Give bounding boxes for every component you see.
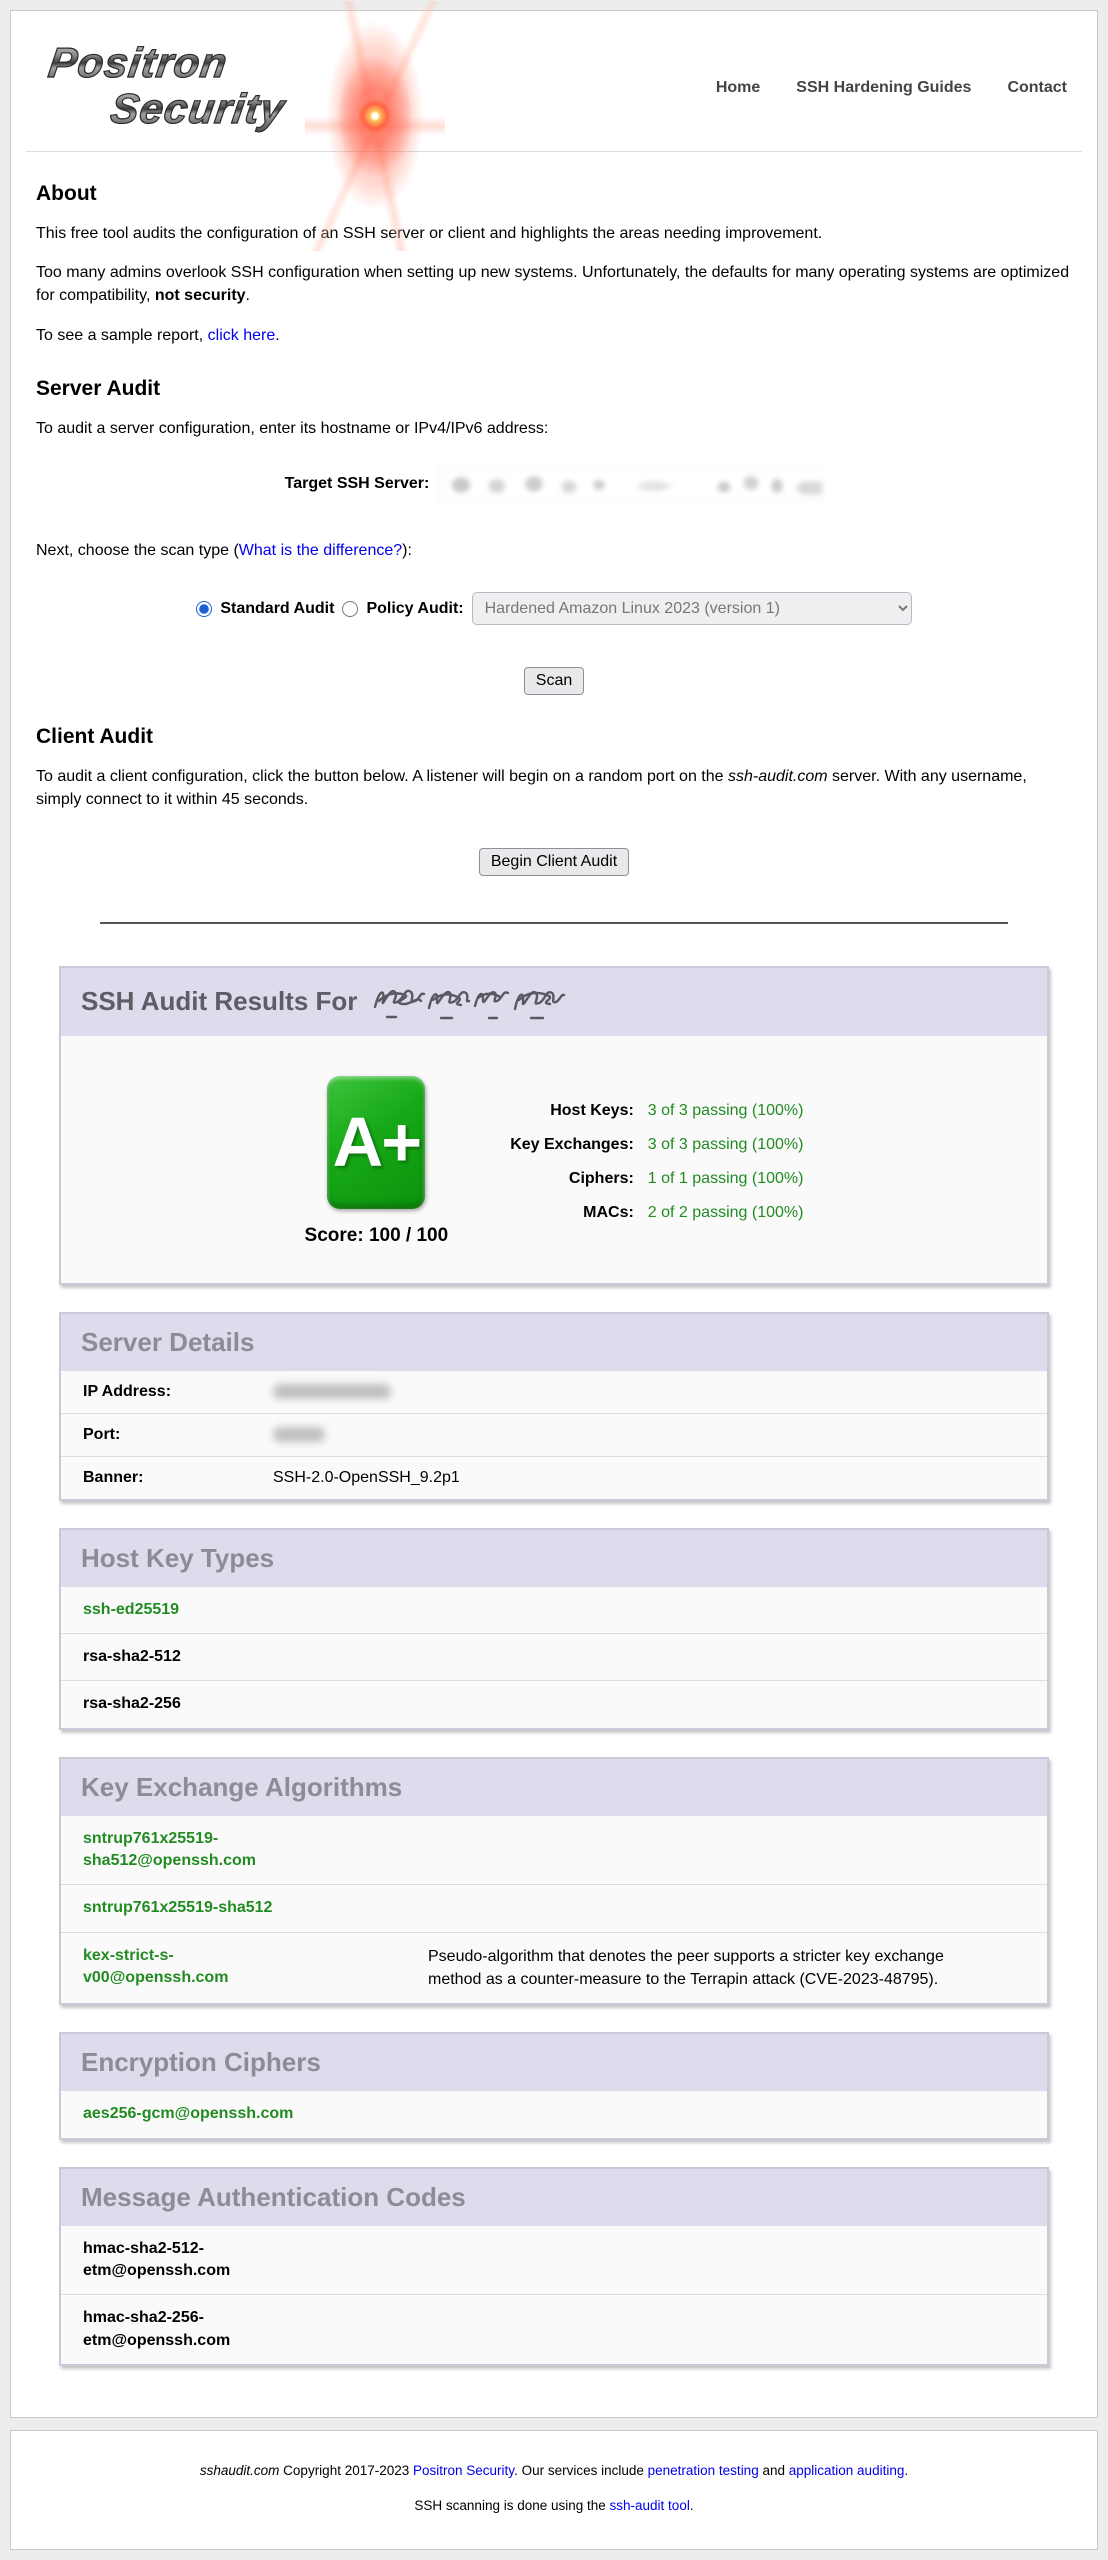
nav-link-home[interactable]: Home bbox=[716, 79, 760, 145]
kex-row: kex-strict-s-v00@openssh.com Pseudo-algo… bbox=[61, 1933, 1047, 2003]
results-body: A+ Score: 100 / 100 Host Keys: 3 of 3 pa… bbox=[61, 1036, 1047, 1283]
policy-audit-label: Policy Audit: bbox=[366, 600, 463, 618]
main-content-box: Positron Security Home SSH Hardening Gui… bbox=[10, 10, 1098, 2418]
policy-audit-radio[interactable] bbox=[342, 601, 358, 617]
site-header: Positron Security Home SSH Hardening Gui… bbox=[11, 11, 1097, 151]
results-divider bbox=[100, 922, 1008, 924]
target-server-input[interactable] bbox=[438, 468, 823, 501]
server-audit-intro: To audit a server configuration, enter i… bbox=[36, 417, 1072, 440]
key-exchange-header: Key Exchange Algorithms bbox=[61, 1759, 1047, 1816]
policy-select[interactable]: Hardened Amazon Linux 2023 (version 1) bbox=[472, 592, 912, 625]
host-key-row: ssh-ed25519 bbox=[61, 1587, 1047, 1634]
kex-row: sntrup761x25519-sha512 bbox=[61, 1885, 1047, 1932]
host-key-types-header: Host Key Types bbox=[61, 1530, 1047, 1587]
footer-link-penetration-testing[interactable]: penetration testing bbox=[648, 2463, 759, 2478]
banner-value: SSH-2.0-OpenSSH_9.2p1 bbox=[273, 1469, 460, 1487]
header-divider bbox=[26, 151, 1082, 152]
results-stats: Host Keys: 3 of 3 passing (100%) Key Exc… bbox=[510, 1094, 803, 1230]
footer-line-1: sshaudit.com Copyright 2017-2023 Positro… bbox=[31, 2463, 1077, 2478]
redacted-hostname-scribble bbox=[371, 983, 567, 1023]
standard-audit-radio[interactable] bbox=[196, 601, 212, 617]
footer-line-2: SSH scanning is done using the ssh-audit… bbox=[31, 2498, 1077, 2513]
scan-button[interactable]: Scan bbox=[524, 667, 584, 695]
score-text: Score: 100 / 100 bbox=[305, 1225, 449, 1247]
cipher-row: aes256-gcm@openssh.com bbox=[61, 2091, 1047, 2137]
footer-link-positron-security[interactable]: Positron Security bbox=[413, 2463, 514, 2478]
detail-row-port: Port: bbox=[61, 1414, 1047, 1457]
not-security-emphasis: not security bbox=[155, 287, 246, 304]
host-key-row: rsa-sha2-256 bbox=[61, 1681, 1047, 1727]
grade-badge: A+ bbox=[327, 1076, 425, 1209]
macs-header: Message Authentication Codes bbox=[61, 2169, 1047, 2226]
kex-row: sntrup761x25519-sha512@openssh.com bbox=[61, 1816, 1047, 1886]
host-key-types-panel: Host Key Types ssh-ed25519 rsa-sha2-512 … bbox=[59, 1528, 1049, 1730]
client-audit-heading: Client Audit bbox=[36, 725, 1072, 749]
sample-report-paragraph: To see a sample report, click here. bbox=[36, 324, 1072, 347]
redacted-ip-value bbox=[273, 1384, 391, 1399]
positron-security-logo[interactable]: Positron Security bbox=[33, 27, 463, 151]
grade-column: A+ Score: 100 / 100 bbox=[305, 1076, 449, 1247]
standard-audit-label: Standard Audit bbox=[220, 600, 334, 618]
detail-row-ip: IP Address: bbox=[61, 1371, 1047, 1414]
begin-client-audit-row: Begin Client Audit bbox=[36, 848, 1072, 876]
about-heading: About bbox=[36, 182, 1072, 206]
kex-note-terrapin: Pseudo-algorithm that denotes the peer s… bbox=[428, 1945, 973, 1991]
begin-client-audit-button[interactable]: Begin Client Audit bbox=[479, 848, 629, 876]
client-audit-paragraph: To audit a client configuration, click t… bbox=[36, 765, 1072, 811]
scan-button-row: Scan bbox=[36, 667, 1072, 695]
mac-row: hmac-sha2-512-etm@openssh.com bbox=[61, 2226, 1047, 2296]
nav-link-ssh-hardening-guides[interactable]: SSH Hardening Guides bbox=[796, 79, 971, 145]
results-title: SSH Audit Results For bbox=[81, 986, 357, 1017]
logo-word-security: Security bbox=[108, 85, 288, 133]
scan-type-row: Standard Audit Policy Audit: Hardened Am… bbox=[36, 592, 1072, 625]
redacted-port-value bbox=[273, 1427, 325, 1442]
server-details-header: Server Details bbox=[61, 1314, 1047, 1371]
stat-row-ciphers: Ciphers: 1 of 1 passing (100%) bbox=[510, 1162, 803, 1196]
grade-letter: A+ bbox=[333, 1102, 420, 1182]
macs-panel: Message Authentication Codes hmac-sha2-5… bbox=[59, 2167, 1049, 2367]
footer-link-application-auditing[interactable]: application auditing bbox=[789, 2463, 905, 2478]
site-footer: sshaudit.com Copyright 2017-2023 Positro… bbox=[10, 2430, 1098, 2550]
stat-row-key-exchanges: Key Exchanges: 3 of 3 passing (100%) bbox=[510, 1128, 803, 1162]
logo-word-positron: Positron bbox=[46, 39, 231, 87]
mac-row: hmac-sha2-256-etm@openssh.com bbox=[61, 2295, 1047, 2364]
encryption-ciphers-header: Encryption Ciphers bbox=[61, 2034, 1047, 2091]
stat-row-macs: MACs: 2 of 2 passing (100%) bbox=[510, 1196, 803, 1230]
nav-link-contact[interactable]: Contact bbox=[1007, 79, 1067, 145]
sample-report-link[interactable]: click here bbox=[208, 327, 276, 344]
footer-link-ssh-audit-tool[interactable]: ssh-audit tool bbox=[610, 2498, 690, 2513]
host-key-row: rsa-sha2-512 bbox=[61, 1634, 1047, 1681]
ssh-audit-domain-emphasis: ssh-audit.com bbox=[728, 768, 828, 785]
scan-type-difference-link[interactable]: What is the difference? bbox=[239, 542, 402, 559]
stat-row-host-keys: Host Keys: 3 of 3 passing (100%) bbox=[510, 1094, 803, 1128]
target-server-label: Target SSH Server: bbox=[285, 475, 430, 493]
target-server-row: Target SSH Server: bbox=[36, 468, 1072, 501]
about-paragraph-1: This free tool audits the configuration … bbox=[36, 222, 1072, 245]
about-paragraph-2: Too many admins overlook SSH configurati… bbox=[36, 261, 1072, 307]
server-audit-heading: Server Audit bbox=[36, 377, 1072, 401]
encryption-ciphers-panel: Encryption Ciphers aes256-gcm@openssh.co… bbox=[59, 2032, 1049, 2139]
ssh-audit-results-panel: SSH Audit Results For bbox=[59, 966, 1049, 1285]
scan-type-paragraph: Next, choose the scan type (What is the … bbox=[36, 539, 1072, 562]
key-exchange-panel: Key Exchange Algorithms sntrup761x25519-… bbox=[59, 1757, 1049, 2006]
top-nav: Home SSH Hardening Guides Contact bbox=[716, 27, 1067, 145]
detail-row-banner: Banner: SSH-2.0-OpenSSH_9.2p1 bbox=[61, 1457, 1047, 1499]
server-details-panel: Server Details IP Address: Port: Banner:… bbox=[59, 1312, 1049, 1501]
results-panel-header: SSH Audit Results For bbox=[61, 968, 1047, 1036]
